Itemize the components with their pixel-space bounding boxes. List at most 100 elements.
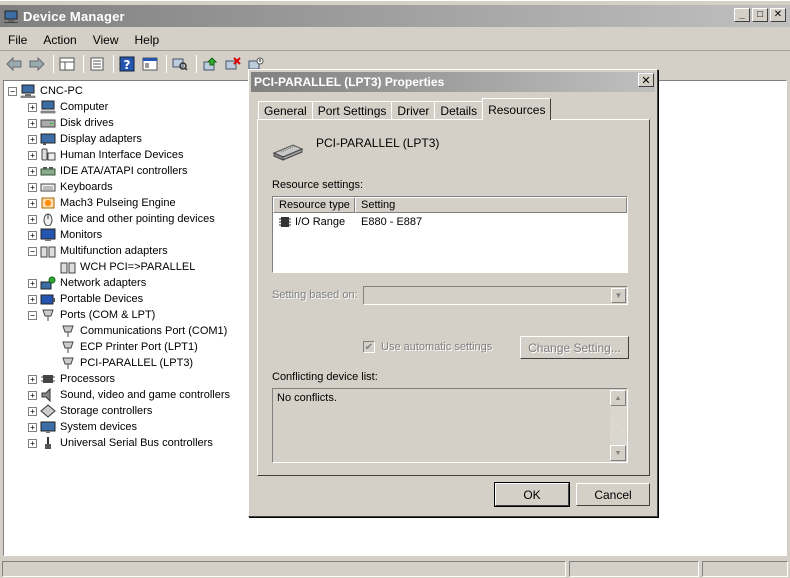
expand-toggle[interactable]: + xyxy=(28,182,37,192)
expand-toggle[interactable]: + xyxy=(28,214,37,224)
tree-item[interactable]: ECP Printer Port (LPT1) xyxy=(48,339,199,355)
tree-item[interactable]: + Computer xyxy=(28,99,109,115)
expand-toggle[interactable]: + xyxy=(28,134,37,144)
expand-toggle[interactable]: + xyxy=(28,438,37,448)
tree-item[interactable]: + Universal Serial Bus controllers xyxy=(28,435,214,451)
svg-text:?: ? xyxy=(124,58,131,72)
tab-driver[interactable]: Driver xyxy=(391,101,436,120)
minimize-button[interactable]: _ xyxy=(734,8,750,22)
change-setting-button[interactable]: Change Setting... xyxy=(520,336,629,359)
tree-item[interactable]: + Processors xyxy=(28,371,116,387)
column-setting[interactable]: Setting xyxy=(355,197,627,213)
expand-toggle[interactable]: + xyxy=(28,166,37,176)
tree-item[interactable]: + Human Interface Devices xyxy=(28,147,185,163)
properties-grid-icon[interactable] xyxy=(57,54,77,74)
update-driver-icon[interactable] xyxy=(200,54,220,74)
tab-general[interactable]: General xyxy=(258,101,313,120)
dialog-close-button[interactable]: ✕ xyxy=(638,73,654,87)
tree-item-label: Display adapters xyxy=(60,133,142,145)
tree-item[interactable]: − Multifunction adapters xyxy=(28,243,169,259)
expand-toggle[interactable]: + xyxy=(28,422,37,432)
conflict-scrollbar[interactable]: ▲ ▼ xyxy=(610,390,626,461)
tree-item[interactable]: PCI-PARALLEL (LPT3) xyxy=(48,355,194,371)
scroll-down-icon[interactable]: ▼ xyxy=(610,445,626,461)
tree-item[interactable]: WCH PCI=>PARALLEL xyxy=(48,259,196,275)
tree-item[interactable]: Communications Port (COM1) xyxy=(48,323,228,339)
expand-toggle[interactable]: + xyxy=(28,102,37,112)
collapse-toggle[interactable]: − xyxy=(28,310,37,320)
scan-hardware-icon[interactable] xyxy=(170,54,190,74)
tree-item[interactable]: + System devices xyxy=(28,419,138,435)
back-icon[interactable] xyxy=(4,54,24,74)
tree-item[interactable]: + Storage controllers xyxy=(28,403,153,419)
expand-toggle[interactable]: + xyxy=(28,390,37,400)
title-bar[interactable]: Device Manager _ □ ✕ xyxy=(0,5,790,27)
mach3-icon xyxy=(41,197,55,209)
tab-port-settings[interactable]: Port Settings xyxy=(311,101,393,120)
resource-row[interactable]: I/O Range E880 - E887 xyxy=(273,213,627,230)
collapse-toggle[interactable]: − xyxy=(8,86,17,96)
usb-icon xyxy=(45,437,51,449)
tree-item[interactable]: + Disk drives xyxy=(28,115,115,131)
system-device-icon xyxy=(40,421,56,433)
ok-button[interactable]: OK xyxy=(494,482,570,507)
use-automatic-checkbox[interactable]: ✔ xyxy=(363,341,375,353)
tree-item[interactable]: + Display adapters xyxy=(28,131,143,147)
disk-drive-icon xyxy=(40,119,56,128)
tab-resources[interactable]: Resources xyxy=(482,98,552,120)
io-range-icon xyxy=(279,216,291,227)
tree-item[interactable]: + Monitors xyxy=(28,227,103,243)
tab-details[interactable]: Details xyxy=(434,101,484,120)
port-device-icon xyxy=(272,144,304,161)
device-manager-icon xyxy=(4,10,18,23)
tree-root[interactable]: − CNC-PC xyxy=(8,83,84,99)
close-button[interactable]: ✕ xyxy=(770,8,786,22)
tree-item[interactable]: + Network adapters xyxy=(28,275,147,291)
tree-item[interactable]: + IDE ATA/ATAPI controllers xyxy=(28,163,189,179)
sound-icon xyxy=(41,388,51,402)
expand-toggle[interactable]: + xyxy=(28,118,37,128)
expand-toggle[interactable]: + xyxy=(28,278,37,288)
menu-help[interactable]: Help xyxy=(127,33,168,47)
uninstall-icon[interactable] xyxy=(223,54,243,74)
expand-toggle[interactable]: + xyxy=(28,198,37,208)
view-icon[interactable] xyxy=(140,54,160,74)
expand-toggle[interactable]: + xyxy=(28,294,37,304)
maximize-button[interactable]: □ xyxy=(752,8,768,22)
resource-list[interactable]: Resource type Setting I/O Range E880 - E… xyxy=(272,196,628,273)
forward-icon[interactable] xyxy=(27,54,47,74)
dialog-title: PCI-PARALLEL (LPT3) Properties xyxy=(254,75,445,89)
expand-toggle[interactable]: + xyxy=(28,150,37,160)
tree-item-label: System devices xyxy=(60,421,138,433)
console-tree-icon[interactable] xyxy=(87,54,107,74)
cancel-button[interactable]: Cancel xyxy=(576,483,650,506)
mouse-icon xyxy=(43,213,53,226)
collapse-toggle[interactable]: − xyxy=(28,246,37,256)
dialog-title-bar[interactable]: PCI-PARALLEL (LPT3) Properties xyxy=(251,72,655,92)
port-icon xyxy=(42,309,54,321)
expand-toggle[interactable]: + xyxy=(28,374,37,384)
tree-item[interactable]: + Sound, video and game controllers xyxy=(28,387,231,403)
tree-item[interactable]: + Mice and other pointing devices xyxy=(28,211,216,227)
expand-toggle[interactable]: + xyxy=(28,406,37,416)
conflict-list[interactable]: No conflicts. ▲ ▼ xyxy=(272,388,628,463)
expand-toggle[interactable]: + xyxy=(28,230,37,240)
setting-based-on-combo[interactable]: ▼ xyxy=(363,286,628,305)
tree-item[interactable]: + Mach3 Pulseing Engine xyxy=(28,195,177,211)
chevron-down-icon[interactable]: ▼ xyxy=(611,288,626,303)
use-automatic-label: Use automatic settings xyxy=(381,341,493,353)
multifunction-icon xyxy=(60,262,76,274)
resource-list-header: Resource type Setting xyxy=(273,197,627,213)
tree-item[interactable]: + Keyboards xyxy=(28,179,114,195)
menu-view[interactable]: View xyxy=(85,33,127,47)
menu-file[interactable]: File xyxy=(0,33,35,47)
column-resource-type[interactable]: Resource type xyxy=(273,197,355,213)
tree-item[interactable]: − Ports (COM & LPT) xyxy=(28,307,156,323)
tree-item[interactable]: + Portable Devices xyxy=(28,291,144,307)
storage-controller-icon xyxy=(40,404,56,418)
tree-item-label: Computer xyxy=(60,101,109,113)
help-icon[interactable]: ? xyxy=(117,54,137,74)
menu-action[interactable]: Action xyxy=(35,33,84,47)
scroll-up-icon[interactable]: ▲ xyxy=(610,390,626,406)
toolbar-separator xyxy=(53,55,54,73)
